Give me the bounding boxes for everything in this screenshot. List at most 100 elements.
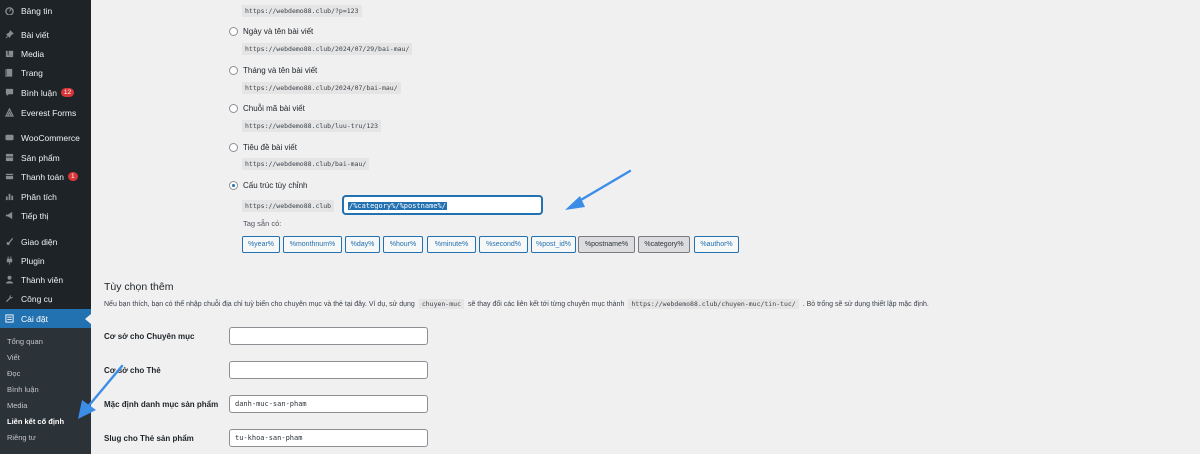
- radio-day-name[interactable]: [229, 27, 238, 36]
- sidebar-item-plugins[interactable]: Plugin: [0, 251, 91, 270]
- desc-code-url: https://webdemo88.club/chuyen-muc/tin-tu…: [628, 299, 799, 309]
- custom-base-url: https://webdemo88.club: [242, 200, 335, 212]
- annotation-arrow-sidebar: [78, 364, 124, 419]
- sidebar-item-label: Media: [21, 48, 45, 59]
- example-url: https://webdemo88.club/bai-mau/: [242, 158, 370, 170]
- comment-icon: [5, 88, 14, 97]
- plugin-icon: [5, 256, 14, 265]
- tag-minute-button[interactable]: %minute%: [427, 236, 476, 253]
- sidebar-item-products[interactable]: Sản phẩm: [0, 148, 91, 167]
- radio-month-name[interactable]: [229, 66, 238, 75]
- submenu-item-privacy[interactable]: Riêng tư: [7, 433, 36, 442]
- available-tags-label: Tag sẵn có:: [243, 219, 282, 228]
- sidebar-item-dashboard[interactable]: Bảng tin: [0, 1, 91, 20]
- option-label: Ngày và tên bài viết: [243, 27, 314, 36]
- sidebar-item-label: Công cụ: [21, 293, 53, 304]
- sidebar-item-settings[interactable]: Cài đặt: [0, 309, 91, 328]
- sidebar-item-label: Thành viên: [21, 274, 64, 285]
- category-base-input[interactable]: [229, 327, 428, 345]
- desc-text: . Bỏ trống sẽ sử dụng thiết lập mặc định…: [802, 300, 929, 308]
- tag-hour-button[interactable]: %hour%: [383, 236, 423, 253]
- settings-icon: [5, 314, 14, 323]
- sidebar-item-woocommerce[interactable]: WooCommerce: [0, 128, 91, 147]
- page-icon: [5, 68, 14, 77]
- custom-structure-input[interactable]: /%category%/%postname%/: [343, 196, 542, 214]
- option-numeric: Chuỗi mã bài viết: [229, 104, 305, 113]
- sidebar-item-comments[interactable]: Bình luận 12: [0, 83, 91, 102]
- annotation-arrow-input: [565, 169, 632, 210]
- custom-structure-value: /%category%/%postname%/: [348, 202, 447, 210]
- submenu-item-writing[interactable]: Viết: [7, 353, 20, 362]
- radio-post-name[interactable]: [229, 143, 238, 152]
- payment-count-badge: 1: [68, 172, 78, 181]
- radio-custom-structure[interactable]: [229, 181, 238, 190]
- tag-author-button[interactable]: %author%: [694, 236, 739, 253]
- sidebar-item-label: Bình luận: [21, 87, 57, 98]
- woocommerce-icon: [5, 133, 14, 142]
- example-url: https://webdemo88.club/luu-tru/123: [242, 120, 382, 132]
- sidebar-item-analytics[interactable]: Phân tích: [0, 187, 91, 206]
- example-url: https://webdemo88.club/2024/07/29/bai-ma…: [242, 43, 413, 55]
- tag-monthnum-button[interactable]: %monthnum%: [283, 236, 342, 253]
- product-category-base-input[interactable]: danh-muc-san-pham: [229, 395, 428, 413]
- tag-year-button[interactable]: %year%: [242, 236, 280, 253]
- optional-section-title: Tùy chọn thêm: [104, 281, 174, 293]
- analytics-icon: [5, 192, 14, 201]
- optional-section-description: Nếu bạn thích, bạn có thể nhập chuỗi địa…: [104, 299, 929, 309]
- sidebar-item-tools[interactable]: Công cụ: [0, 289, 91, 308]
- product-tag-base-label: Slug cho Thẻ sản phẩm: [104, 434, 194, 443]
- desc-code-category: chuyen-muc: [418, 299, 464, 309]
- sidebar-item-label: WooCommerce: [21, 132, 80, 143]
- option-month-name: Tháng và tên bài viết: [229, 66, 317, 75]
- sidebar-item-payments[interactable]: Thanh toán 1: [0, 167, 91, 186]
- sidebar-item-pages[interactable]: Trang: [0, 63, 91, 82]
- category-base-label: Cơ sở cho Chuyên mục: [104, 332, 195, 341]
- radio-numeric[interactable]: [229, 104, 238, 113]
- sidebar-item-everest-forms[interactable]: Everest Forms: [0, 103, 91, 122]
- sidebar-item-label: Bảng tin: [21, 5, 53, 16]
- payment-icon: [5, 172, 14, 181]
- product-tag-base-input[interactable]: tu-khoa-san-pham: [229, 429, 428, 447]
- sidebar-item-label: Cài đặt: [21, 313, 48, 324]
- appearance-icon: [5, 237, 14, 246]
- sidebar-item-label: Phân tích: [21, 191, 57, 202]
- tag-postname-button[interactable]: %postname%: [578, 236, 635, 253]
- submenu-item-discussion[interactable]: Bình luận: [7, 385, 39, 394]
- submenu-item-media[interactable]: Media: [7, 401, 27, 410]
- tag-day-button[interactable]: %day%: [345, 236, 380, 253]
- submenu-item-general[interactable]: Tổng quan: [7, 337, 43, 346]
- submenu-item-permalinks[interactable]: Liên kết cố định: [7, 417, 64, 426]
- option-label: Cấu trúc tùy chỉnh: [243, 181, 308, 190]
- users-icon: [5, 275, 14, 284]
- dashboard-icon: [5, 6, 14, 15]
- sidebar-item-label: Giao diện: [21, 236, 58, 247]
- sidebar-item-appearance[interactable]: Giao diện: [0, 232, 91, 251]
- option-label: Tháng và tên bài viết: [243, 66, 318, 75]
- tag-second-button[interactable]: %second%: [479, 236, 528, 253]
- option-post-name: Tiêu đề bài viết: [229, 143, 297, 152]
- sidebar-item-label: Tiếp thị: [21, 210, 49, 221]
- settings-content: https://webdemo88.club/?p=123 Ngày và tê…: [91, 0, 1200, 454]
- sidebar-item-users[interactable]: Thành viên: [0, 270, 91, 289]
- sidebar-item-label: Plugin: [21, 255, 45, 266]
- option-day-name: Ngày và tên bài viết: [229, 27, 313, 36]
- example-url: https://webdemo88.club/2024/07/bai-mau/: [242, 82, 401, 94]
- pin-icon: [5, 30, 14, 39]
- media-icon: [5, 49, 14, 58]
- submenu-item-reading[interactable]: Đọc: [7, 369, 20, 378]
- tools-icon: [5, 294, 14, 303]
- sidebar-item-posts[interactable]: Bài viết: [0, 25, 91, 44]
- option-label: Chuỗi mã bài viết: [243, 104, 305, 113]
- option-label: Tiêu đề bài viết: [243, 143, 297, 152]
- tag-post-id-button[interactable]: %post_id%: [531, 236, 576, 253]
- desc-text: Nếu bạn thích, bạn có thể nhập chuỗi địa…: [104, 300, 415, 308]
- sidebar-item-label: Thanh toán: [21, 171, 65, 182]
- sidebar-item-label: Trang: [21, 67, 43, 78]
- tag-category-button[interactable]: %category%: [638, 236, 690, 253]
- tag-base-input[interactable]: [229, 361, 428, 379]
- plain-permalink-example: https://webdemo88.club/?p=123: [242, 5, 362, 17]
- sidebar-item-marketing[interactable]: Tiếp thị: [0, 206, 91, 225]
- sidebar-item-media[interactable]: Media: [0, 44, 91, 63]
- option-custom-structure: Cấu trúc tùy chỉnh: [229, 181, 307, 190]
- product-icon: [5, 153, 14, 162]
